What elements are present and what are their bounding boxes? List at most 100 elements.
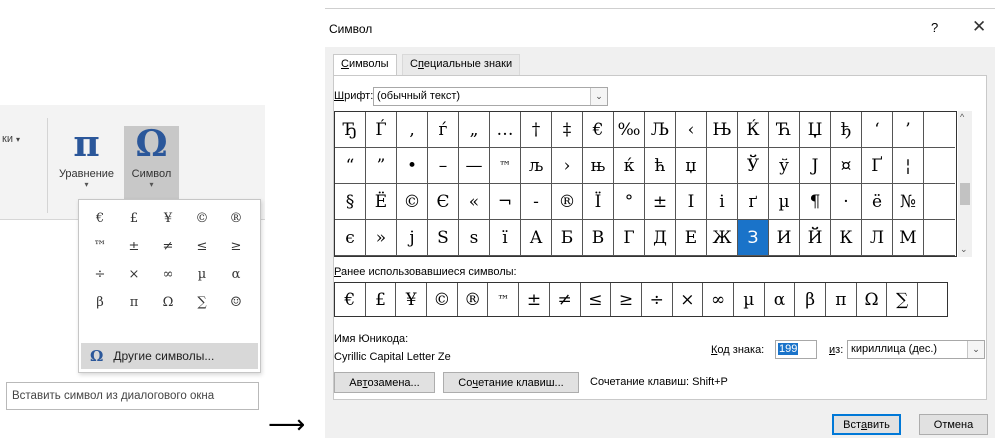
symbol-cell[interactable]: ‚ bbox=[397, 112, 428, 148]
symbol-cell[interactable]: № bbox=[893, 184, 924, 220]
symbol-dropdown-item[interactable]: β bbox=[83, 288, 117, 316]
symbol-cell[interactable]: Њ bbox=[707, 112, 738, 148]
equation-button[interactable]: π Уравнение ▾ bbox=[50, 126, 123, 200]
symbol-cell[interactable]: · bbox=[831, 184, 862, 220]
symbol-cell[interactable]: ‡ bbox=[552, 112, 583, 148]
symbol-cell[interactable]: Ѕ bbox=[428, 220, 459, 256]
recent-symbol-cell[interactable]: ∑ bbox=[887, 283, 919, 316]
symbol-cell[interactable]: Ј bbox=[800, 148, 831, 184]
recent-symbol-cell[interactable]: © bbox=[427, 283, 458, 316]
symbol-dropdown-item[interactable]: ∞ bbox=[151, 260, 185, 288]
symbol-cell[interactable]: - bbox=[521, 184, 552, 220]
recent-symbol-cell[interactable]: ≠ bbox=[550, 283, 581, 316]
symbol-cell[interactable]: ў bbox=[769, 148, 800, 184]
symbol-dropdown-item[interactable]: Ω bbox=[151, 288, 185, 316]
symbol-dropdown-item[interactable]: £ bbox=[117, 204, 151, 232]
symbol-dropdown-item[interactable]: ® bbox=[219, 204, 253, 232]
recent-symbol-cell[interactable]: ¥ bbox=[396, 283, 428, 316]
symbol-cell[interactable]: ¶ bbox=[800, 184, 831, 220]
symbol-cell[interactable]: © bbox=[397, 184, 428, 220]
symbol-cell[interactable]: Ћ bbox=[769, 112, 800, 148]
symbol-cell[interactable]: – bbox=[428, 148, 459, 184]
insert-button[interactable]: Вст а вить bbox=[832, 414, 901, 435]
shortcut-key-button[interactable]: Со ч етание клавиш... bbox=[443, 372, 579, 393]
scroll-down-icon[interactable]: ⌄ bbox=[960, 244, 968, 255]
cancel-button[interactable]: Отмена bbox=[919, 414, 988, 435]
symbol-dropdown-item[interactable]: ≠ bbox=[151, 232, 185, 260]
symbol-cell[interactable]: Ї bbox=[583, 184, 614, 220]
symbol-cell[interactable]: ° bbox=[614, 184, 645, 220]
symbol-cell[interactable]: Л bbox=[862, 220, 893, 256]
symbol-dropdown-item[interactable]: ∑ bbox=[185, 288, 219, 316]
symbol-cell[interactable]: Ё bbox=[366, 184, 397, 220]
symbol-cell[interactable] bbox=[707, 148, 738, 184]
symbol-cell[interactable]: ј bbox=[397, 220, 428, 256]
symbol-cell[interactable]: ё bbox=[862, 184, 893, 220]
symbol-cell[interactable]: Ѓ bbox=[366, 112, 397, 148]
symbol-dropdown-item[interactable]: € bbox=[83, 204, 117, 232]
recent-symbol-cell[interactable]: β bbox=[795, 283, 826, 316]
symbol-cell[interactable]: њ bbox=[583, 148, 614, 184]
symbol-cell[interactable]: ‰ bbox=[614, 112, 645, 148]
symbol-cell[interactable]: Џ bbox=[800, 112, 831, 148]
symbol-cell[interactable]: ¦ bbox=[893, 148, 924, 184]
symbol-cell[interactable]: Ж bbox=[707, 220, 738, 256]
more-symbols-button[interactable]: Ω Другие символы... bbox=[81, 343, 258, 369]
symbol-cell[interactable]: ¤ bbox=[831, 148, 862, 184]
symbol-cell[interactable]: ‹ bbox=[676, 112, 707, 148]
symbol-cell[interactable]: € bbox=[583, 112, 614, 148]
symbol-dropdown-item[interactable]: ¥ bbox=[151, 204, 185, 232]
recent-symbol-cell[interactable]: ™ bbox=[488, 283, 520, 316]
symbol-dropdown-item[interactable]: ± bbox=[117, 232, 151, 260]
symbol-cell[interactable]: ѕ bbox=[459, 220, 490, 256]
symbol-cell[interactable] bbox=[924, 220, 955, 256]
symbol-cell[interactable]: А bbox=[521, 220, 552, 256]
help-button[interactable]: ? bbox=[931, 20, 938, 35]
symbol-cell[interactable]: Ќ bbox=[738, 112, 769, 148]
symbol-cell[interactable]: Б bbox=[552, 220, 583, 256]
symbol-cell[interactable]: є bbox=[335, 220, 366, 256]
symbol-cell[interactable]: В bbox=[583, 220, 614, 256]
symbol-cell[interactable]: ™ bbox=[490, 148, 521, 184]
font-select[interactable]: (обычный текст) ⌄ bbox=[373, 87, 608, 106]
symbol-cell[interactable]: љ bbox=[521, 148, 552, 184]
symbol-cell[interactable]: І bbox=[676, 184, 707, 220]
char-code-input[interactable]: 199 bbox=[775, 340, 817, 359]
symbol-cell[interactable]: ѓ bbox=[428, 112, 459, 148]
symbol-cell[interactable]: … bbox=[490, 112, 521, 148]
symbol-cell[interactable]: “ bbox=[335, 148, 366, 184]
symbol-dropdown-item[interactable]: ≤ bbox=[185, 232, 219, 260]
symbol-button[interactable]: Ω Символ ▾ bbox=[124, 126, 179, 202]
symbol-cell[interactable] bbox=[924, 184, 955, 220]
recent-symbol-cell[interactable]: ± bbox=[519, 283, 550, 316]
symbol-dropdown-item[interactable]: ≥ bbox=[219, 232, 253, 260]
symbol-cell[interactable]: › bbox=[552, 148, 583, 184]
symbol-grid-scrollbar[interactable]: ^ ⌄ bbox=[958, 111, 972, 257]
symbol-cell[interactable]: М bbox=[893, 220, 924, 256]
recent-symbol-cell[interactable]: ® bbox=[458, 283, 489, 316]
symbol-cell[interactable]: — bbox=[459, 148, 490, 184]
symbol-dropdown-item[interactable]: α bbox=[219, 260, 253, 288]
symbol-cell[interactable]: Д bbox=[645, 220, 676, 256]
symbol-cell[interactable]: † bbox=[521, 112, 552, 148]
close-icon[interactable]: ✕ bbox=[972, 17, 986, 37]
symbol-cell[interactable]: µ bbox=[769, 184, 800, 220]
symbol-cell[interactable]: » bbox=[366, 220, 397, 256]
symbol-cell[interactable]: ® bbox=[552, 184, 583, 220]
recent-symbol-cell[interactable]: ≤ bbox=[581, 283, 612, 316]
recent-symbol-cell[interactable] bbox=[918, 283, 949, 316]
symbol-cell[interactable]: ± bbox=[645, 184, 676, 220]
symbol-dropdown-item[interactable]: µ bbox=[185, 260, 219, 288]
recent-symbol-cell[interactable]: £ bbox=[366, 283, 397, 316]
symbol-cell[interactable]: ¬ bbox=[490, 184, 521, 220]
symbol-cell[interactable]: Ў bbox=[738, 148, 769, 184]
scroll-up-icon[interactable]: ^ bbox=[960, 112, 964, 122]
recent-symbol-cell[interactable]: ≥ bbox=[611, 283, 642, 316]
symbol-cell[interactable]: « bbox=[459, 184, 490, 220]
symbol-cell[interactable]: • bbox=[397, 148, 428, 184]
symbol-dropdown-item[interactable]: × bbox=[117, 260, 151, 288]
symbol-cell[interactable]: Й bbox=[800, 220, 831, 256]
symbol-cell[interactable]: і bbox=[707, 184, 738, 220]
symbol-cell[interactable]: З bbox=[738, 220, 769, 256]
symbol-cell[interactable]: „ bbox=[459, 112, 490, 148]
